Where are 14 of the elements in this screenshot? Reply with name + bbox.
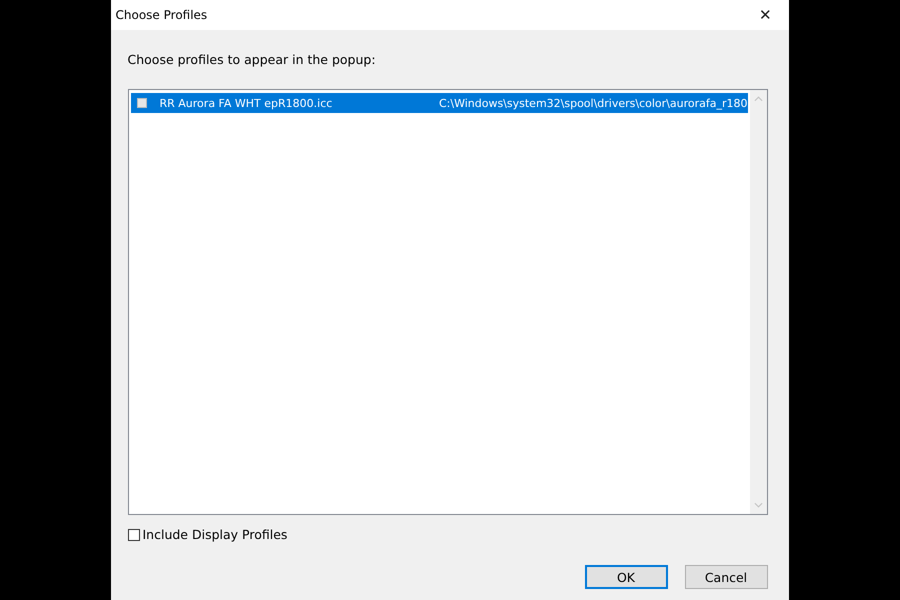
close-button[interactable]: ✕	[742, 0, 788, 30]
profile-name: RR Aurora FA WHT epR1800.icc	[160, 96, 332, 110]
cancel-button[interactable]: Cancel	[684, 565, 768, 589]
ok-button[interactable]: OK	[584, 565, 668, 589]
scrollbar[interactable]	[750, 90, 766, 514]
profile-row[interactable]: RR Aurora FA WHT epR1800.icc C:\Windows\system32\spool\drivers\color\aurorafa_r180	[130, 93, 748, 113]
row-checkbox[interactable]	[136, 98, 146, 108]
scroll-up-icon[interactable]	[754, 96, 762, 102]
include-checkbox[interactable]	[128, 528, 140, 540]
scroll-down-icon[interactable]	[754, 502, 762, 508]
profile-path: C:\Windows\system32\spool\drivers\color\aurorafa_r180	[438, 96, 748, 110]
prompt-label: Choose profiles to appear in the popup:	[128, 52, 377, 67]
include-label: Include Display Profiles	[142, 527, 288, 542]
window-title: Choose Profiles	[114, 8, 208, 22]
